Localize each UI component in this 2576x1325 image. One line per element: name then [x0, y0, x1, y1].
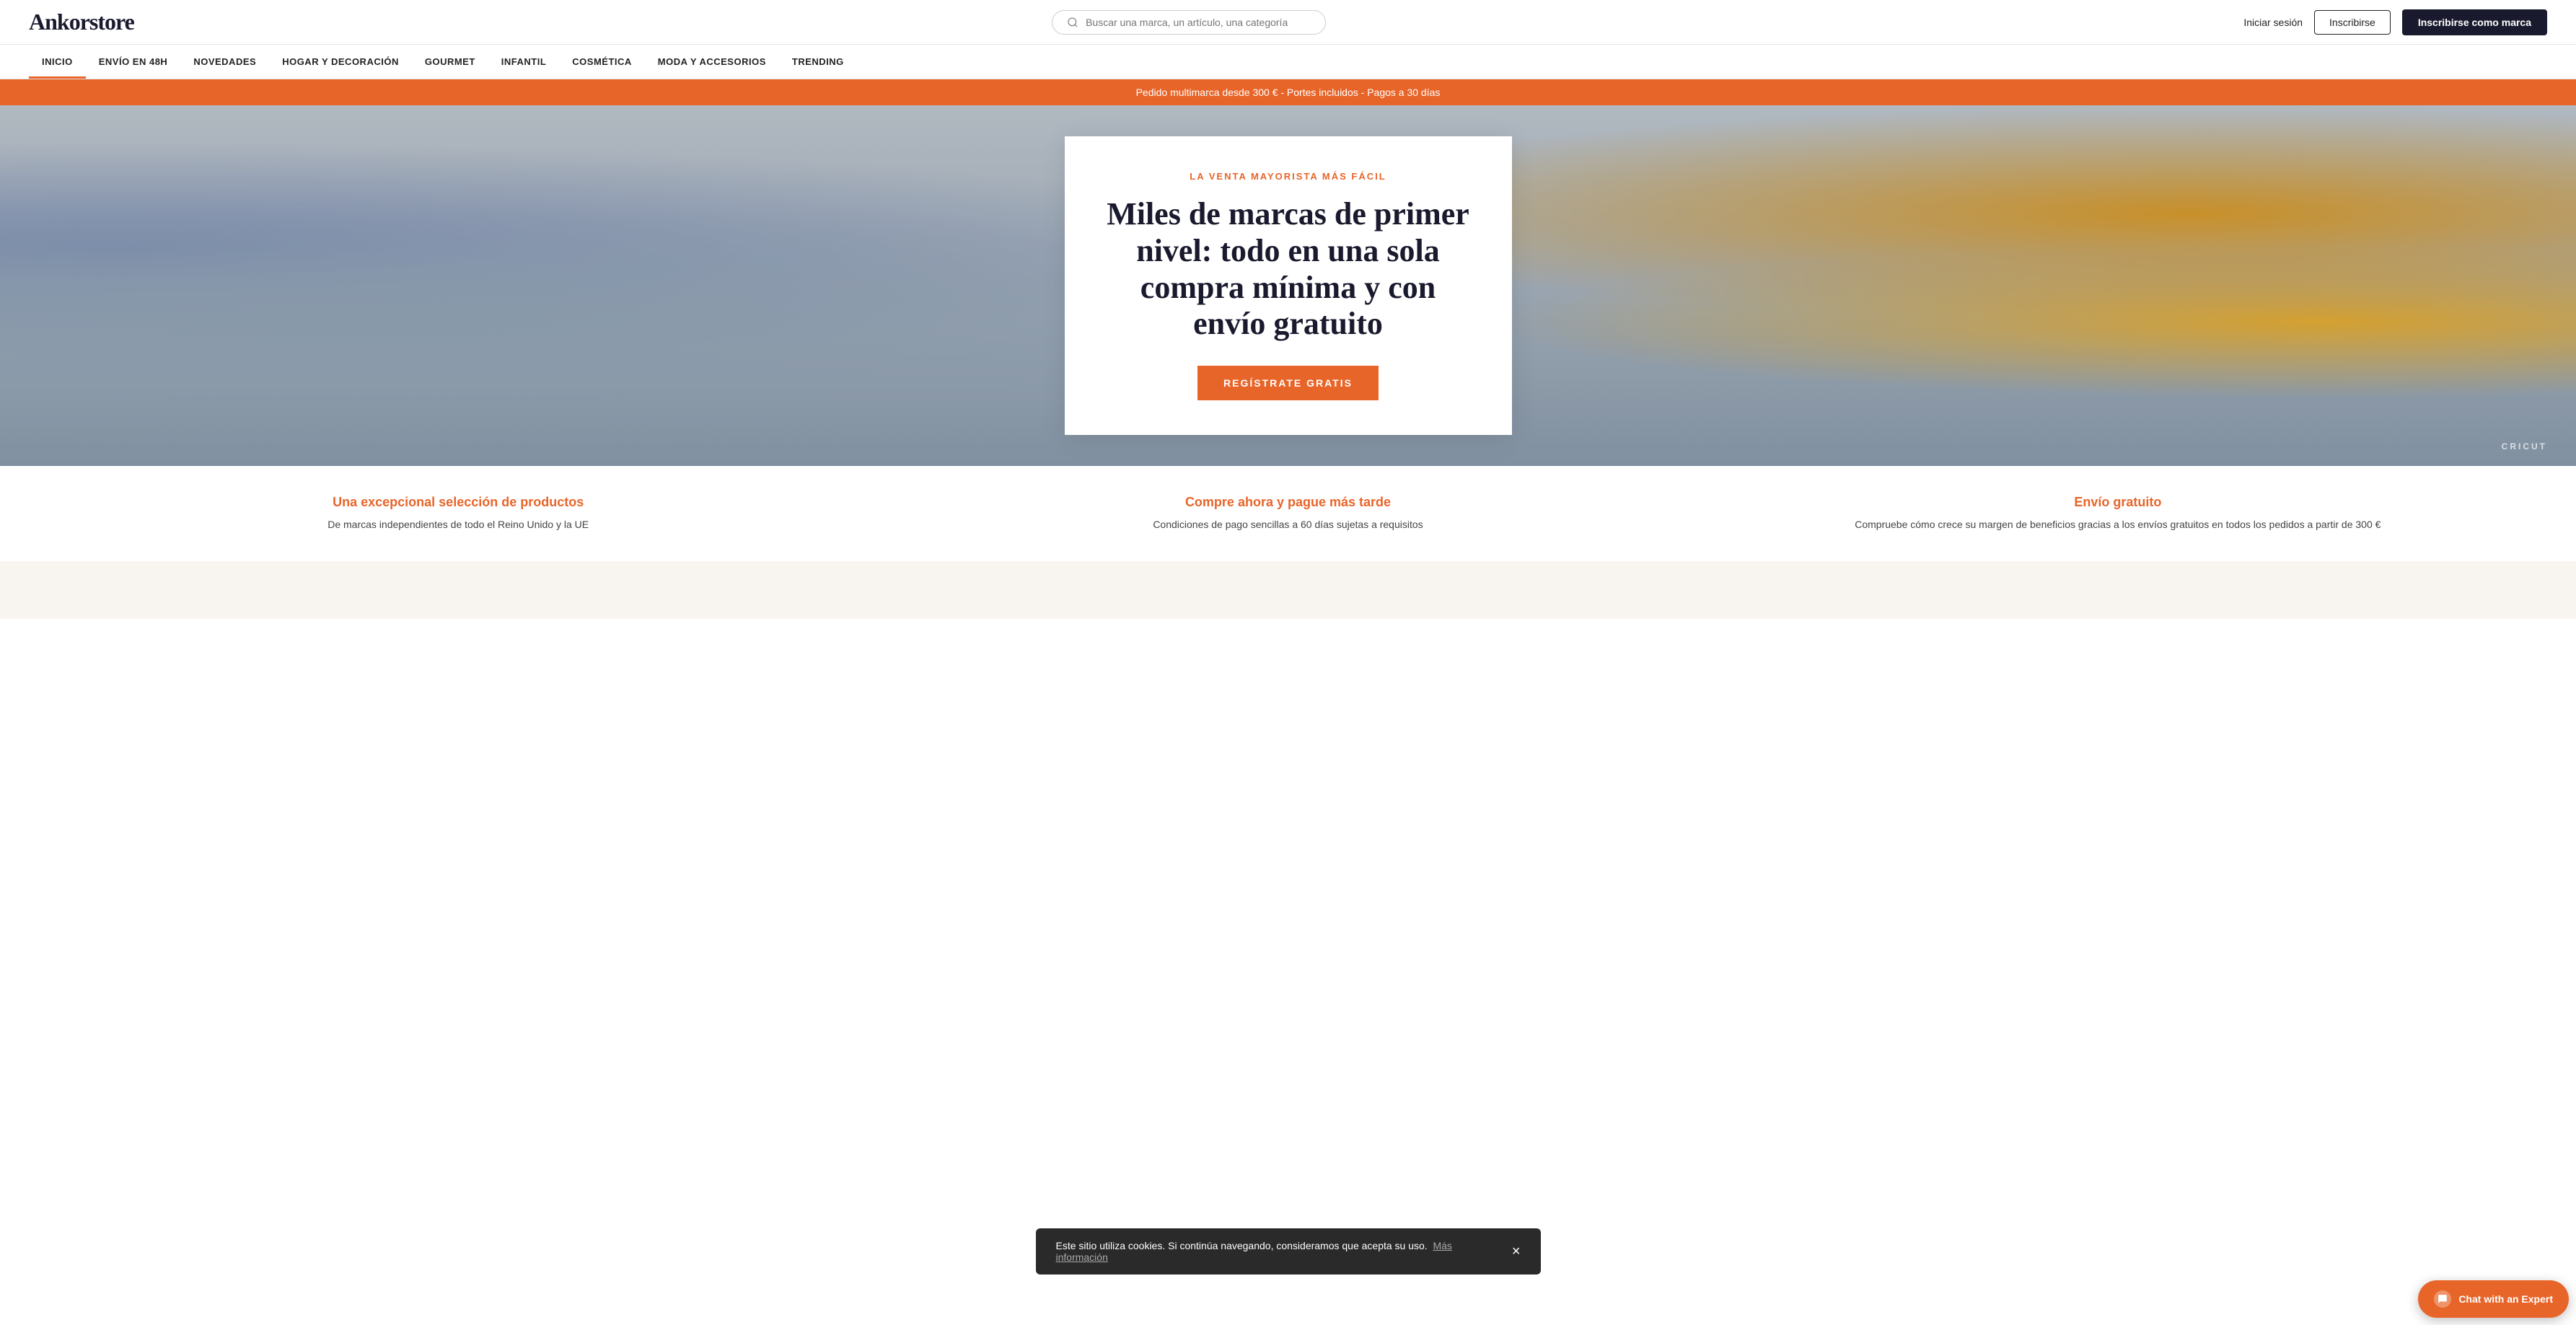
login-button[interactable]: Iniciar sesión	[2243, 17, 2303, 28]
nav-item-infantil[interactable]: INFANTIL	[488, 45, 560, 79]
search-icon	[1067, 17, 1078, 28]
promo-banner: Pedido multimarca desde 300 € - Portes i…	[0, 79, 2576, 105]
feature-desc-3: Compruebe cómo crece su margen de benefi…	[1718, 517, 2518, 532]
nav-item-cosmetica[interactable]: COSMÉTICA	[559, 45, 645, 79]
feature-selection: Una excepcional selección de productos D…	[58, 495, 858, 532]
feature-payment: Compre ahora y pague más tarde Condicion…	[887, 495, 1688, 532]
feature-title-3: Envío gratuito	[1718, 495, 2518, 510]
feature-shipping: Envío gratuito Compruebe cómo crece su m…	[1718, 495, 2518, 532]
nav-item-envio[interactable]: ENVÍO EN 48H	[86, 45, 181, 79]
nav-item-moda[interactable]: MODA Y ACCESORIOS	[645, 45, 779, 79]
logo: Ankorstore	[29, 9, 134, 35]
nav-item-trending[interactable]: TRENDING	[779, 45, 857, 79]
nav-item-novedades[interactable]: NOVEDADES	[180, 45, 269, 79]
search-bar[interactable]	[1052, 10, 1326, 35]
register-button[interactable]: Inscribirse	[2314, 10, 2391, 35]
brand-label: CRICUT	[2502, 441, 2547, 452]
nav-item-inicio[interactable]: INICIO	[29, 45, 86, 79]
cookie-text: Este sitio utiliza cookies. Si continúa …	[1056, 1240, 1498, 1263]
chat-with-expert-button[interactable]: Chat with an Expert	[2418, 1280, 2569, 1318]
chat-icon	[2434, 1290, 2451, 1308]
hero-title: Miles de marcas de primer nivel: todo en…	[1105, 196, 1472, 342]
cookie-banner: Este sitio utiliza cookies. Si continúa …	[1036, 1228, 1541, 1275]
promo-text: Pedido multimarca desde 300 € - Portes i…	[1136, 87, 1441, 98]
feature-desc-2: Condiciones de pago sencillas a 60 días …	[887, 517, 1688, 532]
hero-card: LA VENTA MAYORISTA MÁS FÁCIL Miles de ma…	[1065, 136, 1512, 434]
header-actions: Iniciar sesión Inscribirse Inscribirse c…	[2243, 9, 2547, 35]
hero-section: LA VENTA MAYORISTA MÁS FÁCIL Miles de ma…	[0, 105, 2576, 466]
feature-desc-1: De marcas independientes de todo el Rein…	[58, 517, 858, 532]
brand-register-button[interactable]: Inscribirse como marca	[2402, 9, 2547, 35]
header: Ankorstore Iniciar sesión Inscribirse In…	[0, 0, 2576, 45]
chat-label: Chat with an Expert	[2458, 1293, 2553, 1305]
feature-title-2: Compre ahora y pague más tarde	[887, 495, 1688, 510]
main-nav: INICIO ENVÍO EN 48H NOVEDADES HOGAR Y DE…	[0, 45, 2576, 79]
feature-title-1: Una excepcional selección de productos	[58, 495, 858, 510]
cookie-close-button[interactable]: ×	[1512, 1244, 1521, 1259]
nav-item-hogar[interactable]: HOGAR Y DECORACIÓN	[269, 45, 412, 79]
bottom-section	[0, 561, 2576, 619]
nav-item-gourmet[interactable]: GOURMET	[412, 45, 488, 79]
search-input[interactable]	[1086, 17, 1311, 28]
hero-subtitle: LA VENTA MAYORISTA MÁS FÁCIL	[1105, 171, 1472, 182]
features-section: Una excepcional selección de productos D…	[0, 466, 2576, 561]
cta-button[interactable]: REGÍSTRATE GRATIS	[1197, 366, 1379, 400]
